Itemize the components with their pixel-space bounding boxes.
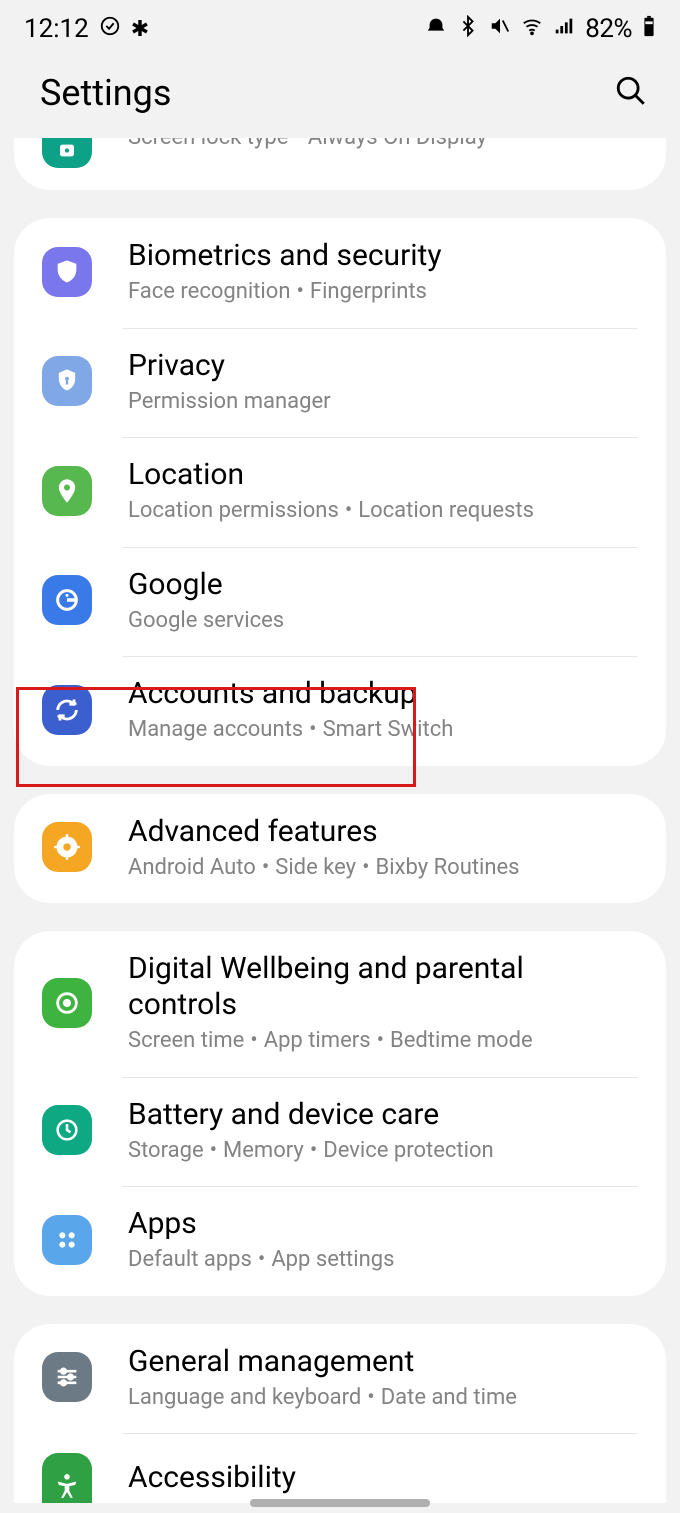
settings-item-text: Accounts and backup Manage accounts•Smar… (128, 676, 453, 744)
signal-icon (553, 15, 575, 43)
settings-group-advanced: Advanced features Android Auto•Side key•… (14, 794, 666, 904)
device-icon: ✱ (131, 17, 149, 42)
settings-item-accessibility[interactable]: Accessibility (14, 1433, 666, 1503)
settings-item-text: General management Language and keyboard… (128, 1344, 517, 1412)
location-icon (42, 466, 92, 516)
accessibility-icon (42, 1453, 92, 1503)
sync-icon (42, 685, 92, 735)
wifi-icon (521, 15, 543, 43)
page-title: Settings (40, 72, 171, 114)
search-button[interactable] (614, 74, 648, 112)
settings-group-general: General management Language and keyboard… (14, 1324, 666, 1504)
lock-icon (42, 138, 92, 168)
settings-item-text: Biometrics and security Face recognition… (128, 238, 442, 306)
settings-item-text: Google Google services (128, 567, 284, 635)
settings-item-google[interactable]: Google Google services (14, 547, 666, 657)
shield-icon (42, 247, 92, 297)
settings-item-general-management[interactable]: General management Language and keyboard… (14, 1324, 666, 1434)
settings-item-text: Digital Wellbeing and parental controls … (128, 951, 638, 1055)
auto-rotate-icon (99, 14, 121, 44)
bluetooth-icon (457, 15, 479, 43)
settings-item-location[interactable]: Location Location permissions•Location r… (14, 437, 666, 547)
settings-item-text: Accessibility (128, 1460, 296, 1496)
google-icon (42, 575, 92, 625)
settings-item-text: Battery and device care Storage•Memory•D… (128, 1097, 494, 1165)
status-bar: 12:12 ✱ 82% (0, 0, 680, 54)
header: Settings (0, 54, 680, 138)
settings-item-text: Location Location permissions•Location r… (128, 457, 534, 525)
apps-icon (42, 1215, 92, 1265)
alarm-icon (425, 15, 447, 43)
wellbeing-icon (42, 978, 92, 1028)
settings-item-lock-screen[interactable]: Screen lock type•Always On Display (14, 138, 666, 190)
settings-item-text: Apps Default apps•App settings (128, 1206, 394, 1274)
settings-item-text: Privacy Permission manager (128, 348, 331, 416)
settings-group-lock: Screen lock type•Always On Display (14, 138, 666, 190)
settings-item-biometrics[interactable]: Biometrics and security Face recognition… (14, 218, 666, 328)
navigation-handle[interactable] (250, 1499, 430, 1507)
settings-group-device: Digital Wellbeing and parental controls … (14, 931, 666, 1296)
status-time: 12:12 (24, 14, 89, 44)
status-right: 82% (425, 14, 656, 44)
battery-care-icon (42, 1105, 92, 1155)
settings-item-text: Advanced features Android Auto•Side key•… (128, 814, 520, 882)
settings-item-advanced-features[interactable]: Advanced features Android Auto•Side key•… (14, 794, 666, 904)
privacy-icon (42, 356, 92, 406)
settings-item-wellbeing[interactable]: Digital Wellbeing and parental controls … (14, 931, 666, 1077)
settings-item-privacy[interactable]: Privacy Permission manager (14, 328, 666, 438)
mute-icon (489, 15, 511, 43)
settings-item-apps[interactable]: Apps Default apps•App settings (14, 1186, 666, 1296)
settings-group-security: Biometrics and security Face recognition… (14, 218, 666, 766)
settings-item-text: Screen lock type•Always On Display (128, 138, 487, 152)
sliders-icon (42, 1352, 92, 1402)
settings-item-battery-care[interactable]: Battery and device care Storage•Memory•D… (14, 1077, 666, 1187)
status-left: 12:12 ✱ (24, 14, 149, 44)
battery-icon (642, 15, 656, 43)
settings-item-accounts-backup[interactable]: Accounts and backup Manage accounts•Smar… (14, 656, 666, 766)
battery-text: 82% (585, 14, 632, 44)
gear-badge-icon (42, 822, 92, 872)
